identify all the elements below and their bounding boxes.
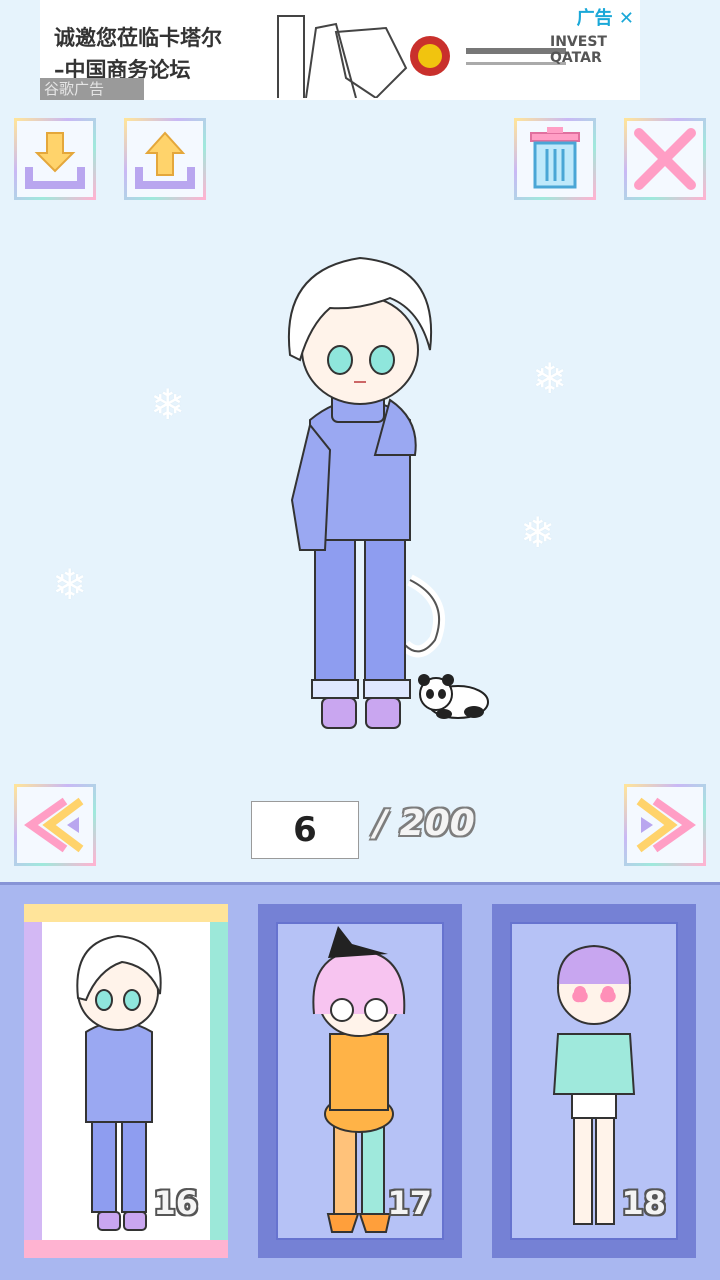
ad-headline: 诚邀您莅临卡塔尔 –中国商务论坛: [54, 26, 222, 82]
snowflake-icon: ❄: [52, 560, 88, 609]
download-button[interactable]: [14, 118, 96, 200]
panda-plush: [418, 674, 489, 719]
ad-label: 谷歌广告: [40, 78, 144, 100]
ad-brand: INVEST QATAR: [550, 34, 607, 66]
character-card-16[interactable]: 16: [24, 904, 228, 1258]
card-number: 16: [153, 1184, 198, 1222]
page-total: / 200: [374, 803, 475, 844]
ad-choices-button[interactable]: 广告 ✕: [577, 4, 634, 30]
next-page-button[interactable]: [624, 784, 706, 866]
upload-button[interactable]: [124, 118, 206, 200]
double-chevron-right-icon: [636, 797, 696, 853]
snowflake-icon: ❄: [150, 380, 186, 429]
delete-button[interactable]: [514, 118, 596, 200]
trash-icon: [530, 127, 580, 189]
close-button[interactable]: [624, 118, 706, 200]
character-card-17[interactable]: 17: [258, 904, 462, 1258]
double-chevron-left-icon: [24, 797, 84, 853]
character-card-18[interactable]: 18: [492, 904, 696, 1258]
upload-icon: [135, 131, 195, 189]
card-number: 17: [387, 1184, 432, 1222]
snowflake-icon: ❄: [532, 354, 568, 403]
ad-banner[interactable]: 诚邀您莅临卡塔尔 –中国商务论坛 INVEST QATAR 广告 ✕ 谷歌广告: [40, 0, 640, 100]
download-icon: [25, 132, 85, 189]
card-number: 18: [621, 1184, 666, 1222]
page-number-input[interactable]: 6: [251, 801, 359, 859]
prev-page-button[interactable]: [14, 784, 96, 866]
character-preview: [287, 256, 445, 729]
close-icon: [634, 128, 696, 190]
snowflake-icon: ❄: [520, 508, 556, 557]
